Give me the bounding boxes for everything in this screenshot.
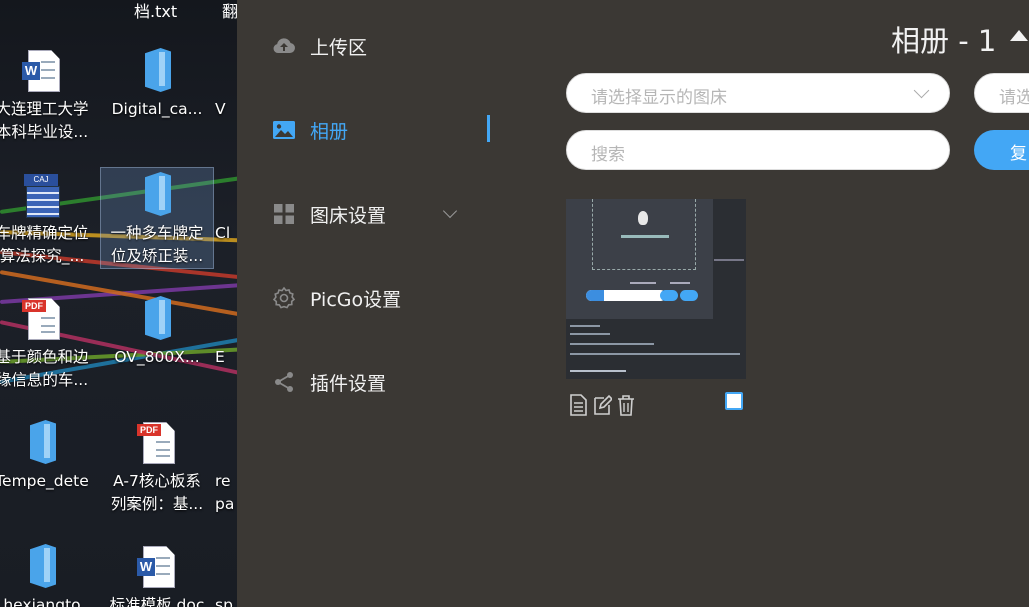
desktop-icon-label: E (215, 348, 225, 366)
thumbnail-buttons (660, 290, 678, 301)
sidebar-item-label: 上传区 (310, 36, 368, 59)
pdf-icon: PDF (22, 300, 46, 312)
desktop-icon-folder[interactable]: Digital_ca... (101, 44, 213, 121)
desktop-icon-label: 列案例：基... (110, 495, 204, 513)
desktop-icon-folder[interactable]: hexiangto (0, 540, 98, 607)
desktop-icon-label: 一种多车牌定 (110, 224, 204, 242)
folder-icon (145, 48, 171, 92)
desktop-icon-label: V (215, 100, 226, 118)
gear-icon (272, 286, 296, 310)
caj-icon: CAJ (24, 174, 58, 186)
word-icon: W (22, 62, 40, 80)
action-button-label: 复 (1010, 144, 1027, 164)
desktop-icon-label: A-7核心板系 (113, 472, 201, 490)
sidebar-item-picgo-settings[interactable]: PicGo设置 (237, 272, 492, 324)
thumbnail-dropzone (592, 199, 696, 270)
desktop-icon-partial[interactable]: E (215, 292, 237, 369)
desktop-icon-label: 缘信息的车... (0, 371, 89, 389)
thumbnail-line (714, 259, 744, 261)
sidebar-item-gallery[interactable]: 相册 (237, 104, 492, 156)
desktop-icon-label: 大连理工大学 (0, 100, 89, 118)
desktop-icon-word-doc[interactable]: W 大连理工大学 本科毕业设... (0, 44, 98, 144)
image-icon (272, 118, 296, 142)
sidebar-item-label: PicGo设置 (310, 288, 402, 311)
desktop-icon-partial[interactable]: re pa (215, 416, 237, 516)
desktop-caption-top: 翻 (222, 2, 237, 21)
search-input[interactable]: 搜索 (566, 130, 950, 170)
sidebar-item-upload[interactable]: 上传区 (237, 20, 492, 72)
thumbnail-buttons (680, 290, 698, 301)
thumbnail-line (630, 282, 656, 284)
desktop-icon-label: 基于颜色和边 (0, 348, 89, 366)
sidebar-item-label: 插件设置 (310, 372, 387, 395)
thumbnail-content (566, 199, 713, 319)
desktop-icon-label: Tempe_dete (0, 472, 89, 490)
desktop-icon-label: hexiangto (3, 596, 81, 607)
desktop-icon-label: sp (215, 596, 233, 607)
desktop-icon-label: 车牌精确定位 (0, 224, 89, 242)
desktop-icon-partial[interactable]: sp (215, 540, 237, 607)
delete-icon[interactable] (616, 394, 636, 416)
thumbnail-buttons (586, 290, 666, 301)
desktop-icon-word-doc[interactable]: W 标准模板.doc (101, 540, 213, 607)
desktop-icon-caj-doc[interactable]: CAJ 车牌精确定位 算法探究_... (0, 168, 98, 268)
thumbnail-line (570, 370, 626, 372)
desktop: 档.txt 翻 W 大连理工大学 本科毕业设... Digital_ca... V… (0, 0, 237, 607)
folder-icon (145, 296, 171, 340)
desktop-icon-label: Digital_ca... (111, 100, 203, 118)
desktop-icon-folder-selected[interactable]: 一种多车牌定 位及矫正装... (100, 167, 214, 269)
select-placeholder: 请选择显示的图床 (591, 88, 727, 108)
thumbnail-line (570, 333, 610, 335)
desktop-icon-pdf[interactable]: PDF 基于颜色和边 缘信息的车... (0, 292, 98, 392)
picbed-select[interactable]: 请选择显示的图床 (566, 73, 950, 113)
select-checkbox[interactable] (725, 392, 743, 410)
copy-link-icon[interactable] (568, 394, 588, 416)
desktop-icon-label: OV_800X... (114, 348, 200, 366)
desktop-icon-partial[interactable]: Cl (215, 168, 237, 245)
folder-icon (30, 420, 56, 464)
thumbnail-line (570, 325, 600, 327)
gallery-thumbnail[interactable] (566, 199, 746, 379)
sidebar-item-picbed-settings[interactable]: 图床设置 (237, 188, 492, 240)
cloud-upload-icon (272, 34, 296, 58)
secondary-select[interactable]: 请选 (974, 73, 1029, 113)
sidebar-item-label: 图床设置 (310, 204, 387, 227)
desktop-icon-folder[interactable]: Tempe_dete (0, 416, 98, 493)
sidebar: 上传区 相册 图床设置 PicGo设置 插件设置 (237, 0, 492, 607)
desktop-icon-label: pa (215, 495, 235, 513)
gallery-panel: 相册 - 1 请选择显示的图床 请选 搜索 复 (492, 0, 1029, 607)
page-title: 相册 - 1 (891, 24, 997, 58)
folder-icon (30, 544, 56, 588)
share-icon (272, 370, 296, 394)
desktop-icon-label: 本科毕业设... (0, 123, 89, 141)
chevron-down-icon (442, 203, 458, 219)
thumbnail-line (670, 282, 690, 284)
desktop-icon-label: Cl (215, 224, 231, 242)
sidebar-item-plugin-settings[interactable]: 插件设置 (237, 356, 492, 408)
search-placeholder: 搜索 (591, 145, 625, 165)
desktop-icon-label: 标准模板.doc (109, 596, 205, 607)
folder-icon (145, 172, 171, 216)
word-icon: W (137, 558, 155, 576)
edit-icon[interactable] (592, 394, 614, 416)
thumbnail-line (570, 353, 740, 355)
caret-up-icon[interactable] (1010, 30, 1028, 41)
select-placeholder: 请选 (999, 88, 1029, 108)
sidebar-item-label: 相册 (310, 120, 349, 143)
desktop-icon-label: 位及矫正装... (110, 247, 204, 265)
chevron-down-icon (913, 82, 930, 99)
desktop-icon-folder[interactable]: OV_800X... (101, 292, 213, 369)
active-indicator (487, 115, 490, 142)
desktop-caption-top: 档.txt (134, 2, 178, 21)
desktop-icon-label: re (215, 472, 231, 490)
pdf-icon: PDF (137, 424, 161, 436)
action-button[interactable]: 复 (974, 130, 1029, 170)
desktop-icon-partial[interactable]: V (215, 44, 237, 121)
desktop-icon-label: 算法探究_... (0, 247, 85, 265)
grid-icon (272, 202, 296, 226)
desktop-icon-pdf[interactable]: PDF A-7核心板系 列案例：基... (101, 416, 213, 516)
thumbnail-line (570, 343, 654, 345)
